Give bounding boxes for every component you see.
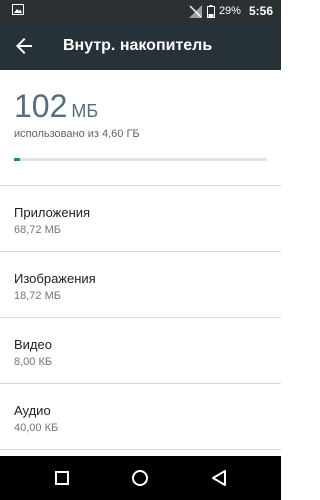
used-caption: использовано из 4,60 ГБ	[14, 128, 140, 140]
storage-progress-bar	[14, 158, 267, 161]
category-list: Приложения 68,72 МБ Изображения 18,72 МБ…	[0, 186, 281, 450]
used-amount: 102 МБ	[14, 88, 98, 125]
category-name: Изображения	[14, 271, 96, 286]
app-bar: Внутр. накопитель	[0, 22, 281, 70]
category-item-images[interactable]: Изображения 18,72 МБ	[0, 252, 281, 318]
category-name: Приложения	[14, 205, 91, 220]
status-right-group: 29% 5:56	[188, 0, 273, 22]
back-triangle-icon[interactable]	[208, 467, 230, 489]
category-size: 40,00 КБ	[14, 422, 59, 434]
page-title: Внутр. накопитель	[63, 37, 213, 54]
clock: 5:56	[248, 4, 273, 18]
battery-percent: 29%	[218, 5, 241, 17]
category-size: 18,72 МБ	[14, 290, 61, 302]
arrow-back-icon[interactable]	[12, 34, 36, 58]
category-item-video[interactable]: Видео 8,00 КБ	[0, 318, 281, 384]
home-circle-icon[interactable]	[129, 467, 151, 489]
image-notification-icon	[12, 4, 24, 15]
storage-summary: 102 МБ использовано из 4,60 ГБ	[0, 70, 281, 186]
category-item-apps[interactable]: Приложения 68,72 МБ	[0, 186, 281, 252]
used-value: 102	[14, 88, 68, 124]
status-bar: 29% 5:56	[0, 0, 281, 22]
category-name: Видео	[14, 337, 52, 352]
no-signal-icon	[188, 4, 202, 18]
category-name: Аудио	[14, 403, 51, 418]
navigation-bar	[0, 456, 281, 500]
overview-square-icon[interactable]	[51, 467, 73, 489]
category-item-audio[interactable]: Аудио 40,00 КБ	[0, 384, 281, 450]
category-size: 68,72 МБ	[14, 224, 61, 236]
used-unit: МБ	[71, 101, 99, 121]
battery-icon	[206, 4, 215, 18]
storage-progress-fill	[14, 158, 20, 161]
category-size: 8,00 КБ	[14, 356, 53, 368]
